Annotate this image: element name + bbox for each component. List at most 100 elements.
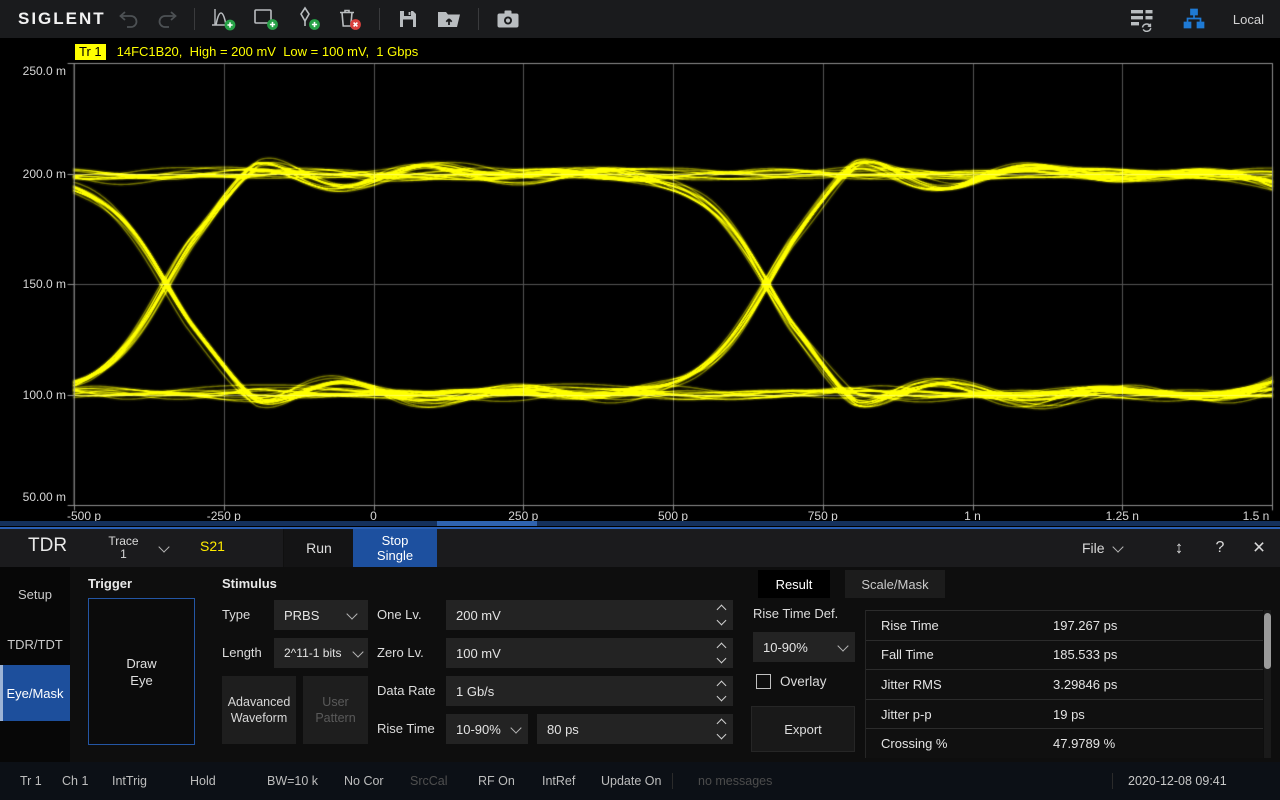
overlay-checkbox[interactable] (756, 674, 771, 689)
user-pattern-line2: Pattern (315, 710, 355, 726)
preset-sync-icon (1128, 6, 1156, 32)
data-rate-label: Data Rate (377, 676, 436, 706)
screenshot-button[interactable] (494, 4, 522, 34)
rise-time-input[interactable]: 80 ps (537, 714, 733, 744)
status-channel: Ch 1 (62, 762, 88, 800)
y-tick-label: 200.0 m (2, 167, 66, 181)
status-message: no messages (698, 762, 772, 800)
undo-icon (117, 7, 141, 31)
file-menu[interactable]: File (1082, 529, 1122, 567)
type-label: Type (222, 600, 250, 630)
tab-result[interactable]: Result (758, 570, 830, 598)
tab-setup[interactable]: Setup (0, 578, 70, 610)
row-label: Jitter p-p (881, 707, 1053, 722)
vertical-scrollbar-thumb[interactable] (1264, 613, 1271, 669)
save-button[interactable] (395, 4, 421, 34)
type-select[interactable]: PRBS (274, 600, 368, 630)
spinner-down-icon[interactable] (717, 730, 727, 740)
add-marker-button[interactable] (294, 4, 322, 34)
close-panel-button[interactable]: × (1244, 529, 1274, 567)
vertical-scrollbar[interactable] (1264, 610, 1271, 758)
export-button[interactable]: Export (751, 706, 855, 752)
type-value: PRBS (284, 608, 319, 623)
run-button[interactable]: Run (283, 529, 354, 567)
brand-logo: SIGLENT (18, 9, 110, 29)
sparam-label[interactable]: S21 (200, 538, 225, 554)
toolbar-separator (379, 8, 380, 30)
one-level-input[interactable]: 200 mV (446, 600, 733, 630)
chevron-down-icon (346, 608, 357, 619)
stop-single-button[interactable]: Stop Single (353, 529, 437, 567)
open-file-button[interactable] (435, 4, 463, 34)
spinner-down-icon[interactable] (717, 692, 727, 702)
spinner-up-icon[interactable] (717, 643, 727, 653)
close-icon: × (1253, 536, 1265, 560)
rise-time-def-label: Rise Time Def. (753, 603, 838, 625)
chevron-down-icon (1112, 541, 1123, 552)
redo-button[interactable] (155, 4, 179, 34)
spinner-arrows[interactable] (718, 720, 725, 738)
zero-level-input[interactable]: 100 mV (446, 638, 733, 668)
result-rise-def-value: 10-90% (763, 640, 808, 655)
delete-trace-button[interactable] (336, 4, 364, 34)
horizontal-scrollbar[interactable] (0, 521, 1280, 526)
draw-eye-button[interactable]: Draw Eye (88, 598, 195, 745)
tab-scale-mask[interactable]: Scale/Mask (845, 570, 945, 598)
preset-sync-button[interactable] (1128, 4, 1156, 34)
spinner-arrows[interactable] (718, 644, 725, 662)
add-trace-button[interactable] (210, 4, 238, 34)
status-update: Update On (601, 762, 661, 800)
spinner-up-icon[interactable] (717, 719, 727, 729)
row-value: 197.267 ps (1053, 618, 1117, 633)
horizontal-scrollbar-thumb[interactable] (437, 521, 537, 526)
control-mode-label: Local (1233, 12, 1264, 27)
resize-panel-button[interactable]: ↕ (1164, 529, 1194, 567)
tab-tdr-tdt[interactable]: TDR/TDT (0, 628, 70, 660)
chevron-down-icon (510, 722, 521, 733)
tab-eye-mask-label: Eye/Mask (6, 686, 63, 701)
status-divider (1112, 773, 1113, 789)
status-divider (672, 773, 673, 789)
undo-button[interactable] (117, 4, 141, 34)
status-trace: Tr 1 (20, 762, 42, 800)
data-rate-value: 1 Gb/s (456, 684, 494, 699)
data-rate-input[interactable]: 1 Gb/s (446, 676, 733, 706)
network-button[interactable] (1182, 4, 1206, 34)
status-datetime: 2020-12-08 09:41 (1128, 762, 1227, 800)
spinner-arrows[interactable] (718, 682, 725, 700)
table-row: Fall Time 185.533 ps (866, 640, 1263, 670)
stimulus-group-title: Stimulus (222, 576, 277, 591)
stop-single-line2: Single (377, 548, 413, 563)
chevron-down-icon (352, 646, 363, 657)
trace-selector-number: 1 (96, 548, 151, 561)
spinner-down-icon[interactable] (717, 654, 727, 664)
spinner-up-icon[interactable] (717, 605, 727, 615)
file-menu-label: File (1082, 540, 1105, 556)
overlay-checkbox-row[interactable]: Overlay (756, 674, 827, 689)
status-ref: IntRef (542, 762, 575, 800)
trace-info-text: 14FC1B20, High = 200 mV Low = 100 mV, 1 … (117, 44, 419, 59)
trace-badge[interactable]: Tr 1 (75, 44, 106, 60)
spinner-down-icon[interactable] (717, 616, 727, 626)
spinner-up-icon[interactable] (717, 681, 727, 691)
result-rise-def-select[interactable]: 10-90% (753, 632, 855, 662)
trace-selector[interactable]: Trace 1 (96, 529, 168, 567)
rise-time-label: Rise Time (377, 714, 435, 744)
help-button[interactable]: ? (1206, 529, 1234, 567)
row-value: 47.9789 % (1053, 736, 1115, 751)
add-window-icon (252, 6, 280, 32)
advanced-waveform-button[interactable]: Adavanced Waveform (222, 676, 296, 744)
tab-eye-mask[interactable]: Eye/Mask (0, 665, 70, 721)
zero-level-value: 100 mV (456, 646, 501, 661)
eye-diagram-canvas[interactable] (0, 38, 1280, 527)
rise-time-def-select[interactable]: 10-90% (446, 714, 528, 744)
spinner-arrows[interactable] (718, 606, 725, 624)
instrument-screen: SIGLENT (0, 0, 1280, 800)
length-select[interactable]: 2^11-1 bits (274, 638, 368, 668)
trigger-group-title: Trigger (88, 576, 132, 591)
user-pattern-button[interactable]: User Pattern (303, 676, 368, 744)
advanced-waveform-line2: Waveform (231, 710, 288, 726)
row-label: Crossing % (881, 736, 1053, 751)
row-label: Jitter RMS (881, 677, 1053, 692)
add-window-button[interactable] (252, 4, 280, 34)
